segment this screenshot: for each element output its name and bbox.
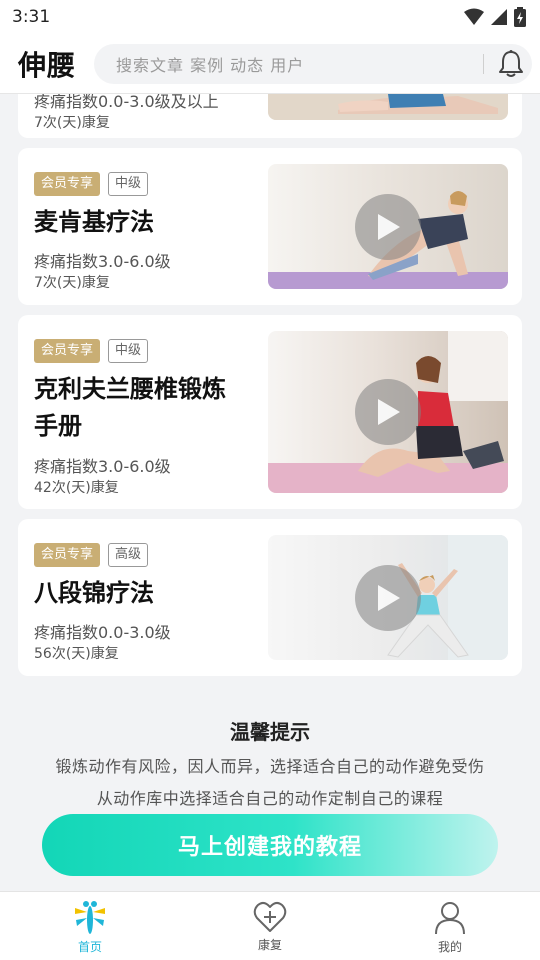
course-title: 八段锦疗法: [34, 579, 154, 607]
play-icon: [378, 399, 400, 425]
tips-title: 温馨提示: [230, 720, 310, 744]
tab-rehab-label: 康复: [257, 938, 282, 952]
create-tutorial-button[interactable]: 马上创建我的教程: [42, 814, 498, 876]
status-time: 3:31: [12, 7, 51, 27]
course-title-line-2: 手册: [34, 412, 82, 440]
course-card[interactable]: 会员专享 中级 克利夫兰腰椎锻炼 手册 疼痛指数3.0-6.0级 42次(天)康…: [18, 315, 522, 509]
level-badge: 高级: [108, 543, 149, 567]
course-days: 56次(天)康复: [34, 646, 119, 662]
app-header: 伸腰 搜索文章 案例 动态 用户: [0, 34, 540, 94]
level-badge: 中级: [108, 339, 149, 363]
signal-icon: [491, 9, 507, 25]
status-icons: [464, 7, 526, 27]
tips-line-2: 从动作库中选择适合自己的动作定制自己的课程: [96, 789, 444, 808]
play-icon: [378, 584, 400, 611]
course-days: 7次(天)康复: [34, 275, 110, 291]
play-icon: [378, 213, 400, 240]
heart-plus-icon: [253, 901, 287, 932]
course-thumbnail[interactable]: [268, 331, 508, 493]
play-button[interactable]: [355, 193, 421, 260]
member-badge: 会员专享: [34, 339, 101, 363]
course-days: 7次(天)康复: [34, 115, 110, 131]
course-pain-index: 疼痛指数0.0-3.0级: [34, 623, 171, 642]
course-thumbnail[interactable]: [268, 94, 508, 120]
tab-profile-label: 我的: [437, 940, 462, 954]
course-card[interactable]: 会员专享 中级 麦肯基疗法 疼痛指数3.0-6.0级 7次(天)康复: [18, 148, 522, 305]
member-badge: 会员专享: [34, 172, 101, 196]
battery-icon: [514, 7, 526, 27]
tab-profile[interactable]: 我的: [360, 892, 540, 960]
wifi-icon: [464, 8, 484, 25]
user-icon: [435, 902, 465, 935]
course-pain-index: 疼痛指数3.0-6.0级: [34, 252, 171, 271]
play-button[interactable]: [355, 379, 421, 445]
member-badge: 会员专享: [34, 543, 101, 567]
search-divider: [483, 53, 484, 74]
tab-home[interactable]: 首页: [0, 892, 180, 960]
course-days: 42次(天)康复: [34, 480, 119, 496]
bell-icon[interactable]: [496, 49, 526, 79]
course-card[interactable]: 会员专享 高级 八段锦疗法 疼痛指数0.0-3.0级 56次(天)康复: [18, 519, 522, 676]
search-placeholder: 搜索文章 案例 动态 用户: [116, 55, 305, 75]
status-bar: 3:31: [0, 0, 540, 34]
tab-rehab[interactable]: 康复: [180, 892, 360, 960]
page-title: 伸腰: [18, 48, 77, 82]
course-card[interactable]: 疼痛指数0.0-3.0级及以上 7次(天)康复: [18, 94, 522, 138]
course-list[interactable]: 疼痛指数0.0-3.0级及以上 7次(天)康复 会员专享 中级 麦肯基疗法 疼痛…: [0, 94, 540, 891]
course-pain-index: 疼痛指数0.0-3.0级及以上: [34, 94, 219, 111]
tab-home-label: 首页: [77, 940, 102, 954]
tips-section: 温馨提示 锻炼动作有风险，因人而异，选择适合自己的动作避免受伤 从动作库中选择适…: [0, 698, 540, 809]
level-badge: 中级: [108, 172, 149, 196]
course-title-line-1: 克利夫兰腰椎锻炼: [34, 375, 226, 403]
search-input[interactable]: 搜索文章 案例 动态 用户: [94, 43, 532, 84]
tips-line-1: 锻炼动作有风险，因人而异，选择适合自己的动作避免受伤: [55, 757, 485, 776]
dragonfly-icon: [75, 901, 105, 934]
course-thumbnail[interactable]: [268, 535, 508, 660]
course-pain-index: 疼痛指数3.0-6.0级: [34, 457, 171, 476]
play-button[interactable]: [355, 564, 421, 631]
course-title: 麦肯基疗法: [34, 208, 154, 236]
course-thumbnail[interactable]: [268, 164, 508, 289]
bottom-tab-bar: 首页 康复 我的: [0, 891, 540, 960]
